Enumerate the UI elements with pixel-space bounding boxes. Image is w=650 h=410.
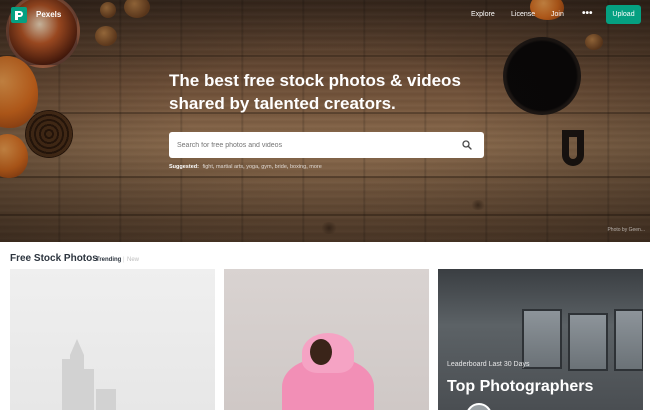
- leaderboard-title[interactable]: Top Photographers: [447, 378, 593, 396]
- search-bar[interactable]: [169, 132, 484, 158]
- photo-credit[interactable]: Photo by Geen...: [607, 227, 645, 233]
- skyline-shape: [70, 339, 84, 410]
- suggested-tag[interactable]: bride: [275, 164, 287, 170]
- skyline-shape: [96, 389, 116, 410]
- brand-name[interactable]: Pexels: [36, 10, 61, 19]
- tab-trending[interactable]: Trending: [96, 257, 121, 263]
- more-dots-icon[interactable]: •••: [582, 8, 593, 19]
- suggested-tag-more[interactable]: more: [309, 164, 322, 170]
- nav-explore[interactable]: Explore: [471, 11, 495, 18]
- upload-button[interactable]: Upload: [606, 5, 641, 24]
- hero-headline: The best free stock photos & videos shar…: [169, 71, 461, 113]
- tab-new[interactable]: New: [127, 257, 139, 263]
- suggested-tag[interactable]: boxing: [290, 164, 306, 170]
- skyline-shape: [62, 359, 70, 410]
- hero-vignette: [0, 0, 650, 242]
- leaderboard-kicker: Leaderboard Last 30 Days: [447, 361, 530, 368]
- suggested-tag[interactable]: gym: [261, 164, 271, 170]
- person-face-shape: [310, 339, 332, 365]
- skyline-shape: [84, 369, 94, 410]
- nav-join[interactable]: Join: [551, 11, 564, 18]
- hero-banner: Pexels Explore License Join ••• Upload T…: [0, 0, 650, 242]
- search-input[interactable]: [177, 132, 447, 158]
- room-window-shape: [614, 309, 643, 371]
- photo-card[interactable]: [10, 269, 215, 410]
- suggested-label: Suggested:: [169, 164, 199, 170]
- room-window-shape: [522, 309, 562, 369]
- pexels-logo-icon[interactable]: [11, 7, 27, 23]
- tab-separator: |: [123, 257, 125, 263]
- suggested-searches: Suggested: fight, martial arts, yoga, gy…: [169, 164, 322, 170]
- nav-license[interactable]: License: [511, 11, 535, 18]
- suggested-tag[interactable]: fight: [202, 164, 212, 170]
- search-icon[interactable]: [462, 140, 472, 150]
- photo-card[interactable]: [224, 269, 429, 410]
- suggested-tag[interactable]: yoga: [246, 164, 258, 170]
- suggested-tag[interactable]: martial arts: [216, 164, 243, 170]
- room-window-shape: [568, 313, 608, 371]
- section-title: Free Stock Photos: [10, 253, 98, 264]
